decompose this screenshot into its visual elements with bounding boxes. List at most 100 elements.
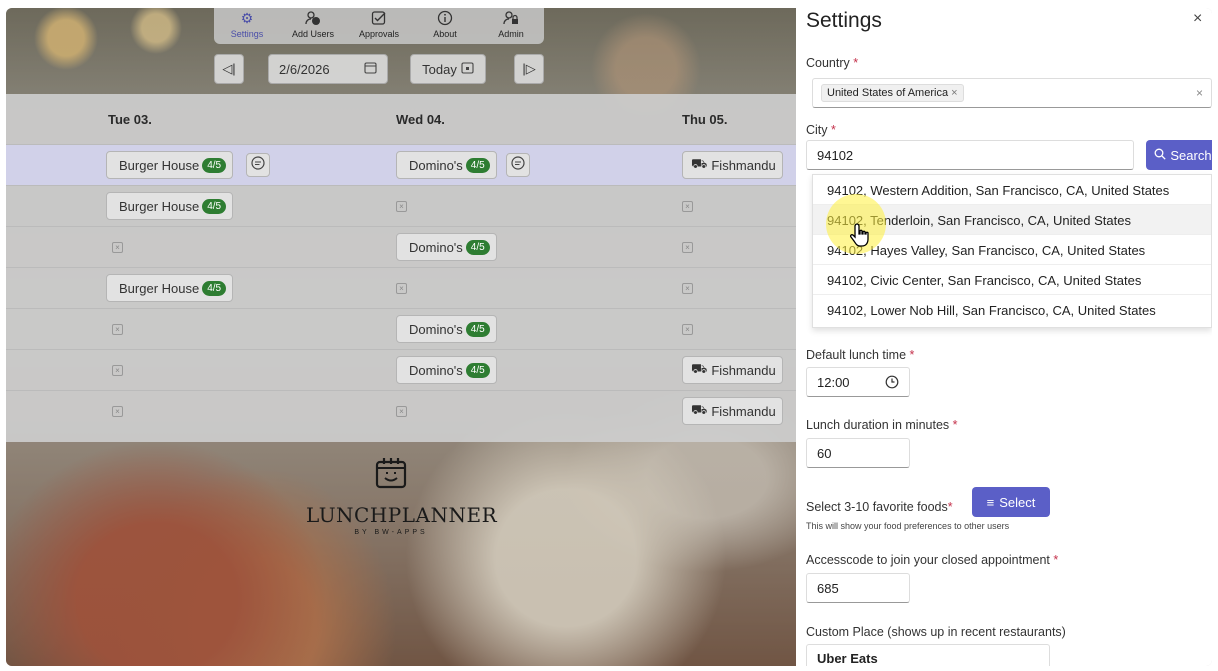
delivery-icon: ⛟ [691, 361, 708, 376]
panel-title: Settings [806, 9, 882, 32]
search-icon [1154, 148, 1167, 163]
table-row: Burger House 4/5 Domino's 4/5 ⛟ Fishmandu [6, 144, 796, 185]
vote-badge: 4/5 [465, 321, 490, 337]
city-input[interactable]: 94102 [806, 140, 1134, 170]
column-header: Thu 05. [682, 111, 728, 127]
calendar-icon [364, 61, 377, 77]
lunch-time-input[interactable]: 12:00 [806, 367, 910, 397]
city-suggestions: 94102, Western Addition, San Francisco, … [812, 174, 1212, 328]
custom-place-input[interactable]: Uber Eats [806, 644, 1050, 666]
clear-icon[interactable]: × [1196, 86, 1203, 100]
nav-approvals[interactable]: Approvals [346, 8, 412, 44]
empty-cell-icon[interactable]: × [112, 406, 123, 417]
duration-label: Lunch duration in minutes * [806, 418, 958, 432]
calendar-today-icon [461, 61, 474, 77]
restaurant-chip[interactable]: ⛟ Fishmandu [682, 356, 783, 384]
restaurant-chip[interactable]: Burger House 4/5 [106, 274, 234, 302]
restaurant-chip[interactable]: Burger House 4/5 [106, 192, 234, 220]
today-button[interactable]: Today [410, 54, 486, 84]
app-logo: LUNCHPLANNER BY BW-APPS [306, 456, 498, 536]
chat-icon [510, 155, 526, 176]
table-row: × Domino's 4/5 × [6, 226, 796, 267]
country-field[interactable]: United States of America × × [812, 78, 1212, 108]
app-window: ⚙ Settings Add Users Approvals About Adm… [6, 8, 1212, 666]
delivery-icon: ⛟ [691, 156, 708, 171]
previous-week-button[interactable]: ◁| [214, 54, 244, 84]
empty-cell-icon[interactable]: × [112, 324, 123, 335]
restaurant-chip[interactable]: ⛟ Fishmandu [682, 151, 783, 179]
city-label: City * [806, 123, 836, 137]
access-label: Accesscode to join your closed appointme… [806, 553, 1059, 567]
close-button[interactable]: × [1193, 10, 1202, 28]
table-row: × Domino's 4/5 × [6, 308, 796, 349]
logo-text: LUNCHPLANNER [306, 503, 498, 527]
vote-badge: 4/5 [202, 157, 227, 173]
info-icon [437, 10, 453, 26]
country-tag: United States of America × [821, 84, 964, 102]
calendar-smile-icon [306, 456, 476, 499]
next-icon: |▷ [522, 61, 536, 76]
empty-cell-icon[interactable]: × [682, 283, 693, 294]
settings-panel: Settings × Country * United States of Am… [796, 8, 1212, 666]
access-code-input[interactable]: 685 [806, 573, 910, 603]
previous-icon: ◁| [222, 61, 236, 76]
comment-button[interactable] [506, 153, 530, 177]
foods-hint: This will show your food preferences to … [806, 521, 1010, 531]
table-row: × × ⛟ Fishmandu [6, 390, 796, 431]
empty-cell-icon[interactable]: × [396, 406, 407, 417]
vote-badge: 4/5 [465, 239, 490, 255]
empty-cell-icon[interactable]: × [682, 242, 693, 253]
custom-place-label: Custom Place (shows up in recent restaur… [806, 625, 1066, 639]
column-header: Wed 04. [396, 111, 445, 127]
delivery-icon: ⛟ [691, 402, 708, 417]
table-row: × Domino's 4/5 ⛟ Fishmandu [6, 349, 796, 390]
next-week-button[interactable]: |▷ [514, 54, 544, 84]
restaurant-chip[interactable]: Domino's 4/5 [396, 151, 497, 179]
restaurant-chip[interactable]: ⛟ Fishmandu [682, 397, 783, 425]
remove-tag-icon[interactable]: × [951, 87, 957, 99]
empty-cell-icon[interactable]: × [682, 201, 693, 212]
approvals-icon [371, 10, 387, 26]
vote-badge: 4/5 [465, 157, 490, 173]
add-user-icon [305, 10, 321, 26]
date-value: 2/6/2026 [279, 61, 330, 77]
table-row: Burger House 4/5 × × [6, 267, 796, 308]
restaurant-chip[interactable]: Domino's 4/5 [396, 315, 497, 343]
select-foods-button[interactable]: ≡ Select [972, 487, 1050, 517]
clock-icon [885, 375, 899, 392]
empty-cell-icon[interactable]: × [396, 201, 407, 212]
country-label: Country * [806, 56, 859, 70]
nav-admin[interactable]: Admin [478, 8, 544, 44]
suggestion-item[interactable]: 94102, Civic Center, San Francisco, CA, … [813, 265, 1211, 295]
filter-icon: ≡ [986, 494, 995, 510]
restaurant-chip[interactable]: Burger House 4/5 [106, 151, 234, 179]
empty-cell-icon[interactable]: × [112, 242, 123, 253]
duration-input[interactable]: 60 [806, 438, 910, 468]
comment-button[interactable] [246, 153, 270, 177]
suggestion-item[interactable]: 94102, Lower Nob Hill, San Francisco, CA… [813, 295, 1211, 325]
vote-badge: 4/5 [202, 280, 227, 296]
date-picker[interactable]: 2/6/2026 [268, 54, 388, 84]
column-header: Tue 03. [108, 111, 152, 127]
restaurant-chip[interactable]: Domino's 4/5 [396, 233, 497, 261]
lunch-grid: Tue 03. Wed 04. Thu 05. Burger House 4/5 … [6, 94, 796, 442]
top-navigation: ⚙ Settings Add Users Approvals About Adm… [214, 8, 544, 44]
restaurant-chip[interactable]: Domino's 4/5 [396, 356, 497, 384]
empty-cell-icon[interactable]: × [682, 324, 693, 335]
empty-cell-icon[interactable]: × [396, 283, 407, 294]
nav-about[interactable]: About [412, 8, 478, 44]
foods-label: Select 3-10 favorite foods* [806, 500, 953, 514]
date-toolbar: ◁| 2/6/2026 Today |▷ [6, 52, 796, 92]
vote-badge: 4/5 [202, 198, 227, 214]
chat-icon [250, 155, 266, 176]
nav-settings[interactable]: ⚙ Settings [214, 8, 280, 44]
empty-cell-icon[interactable]: × [112, 365, 123, 376]
hand-pointer-icon [849, 222, 872, 253]
vote-badge: 4/5 [465, 362, 490, 378]
nav-add-users[interactable]: Add Users [280, 8, 346, 44]
admin-icon [503, 10, 519, 26]
table-row: Burger House 4/5 × × [6, 185, 796, 226]
logo-subtitle: BY BW-APPS [354, 529, 428, 536]
search-button[interactable]: Search [1146, 140, 1212, 170]
lunch-time-label: Default lunch time * [806, 348, 915, 362]
